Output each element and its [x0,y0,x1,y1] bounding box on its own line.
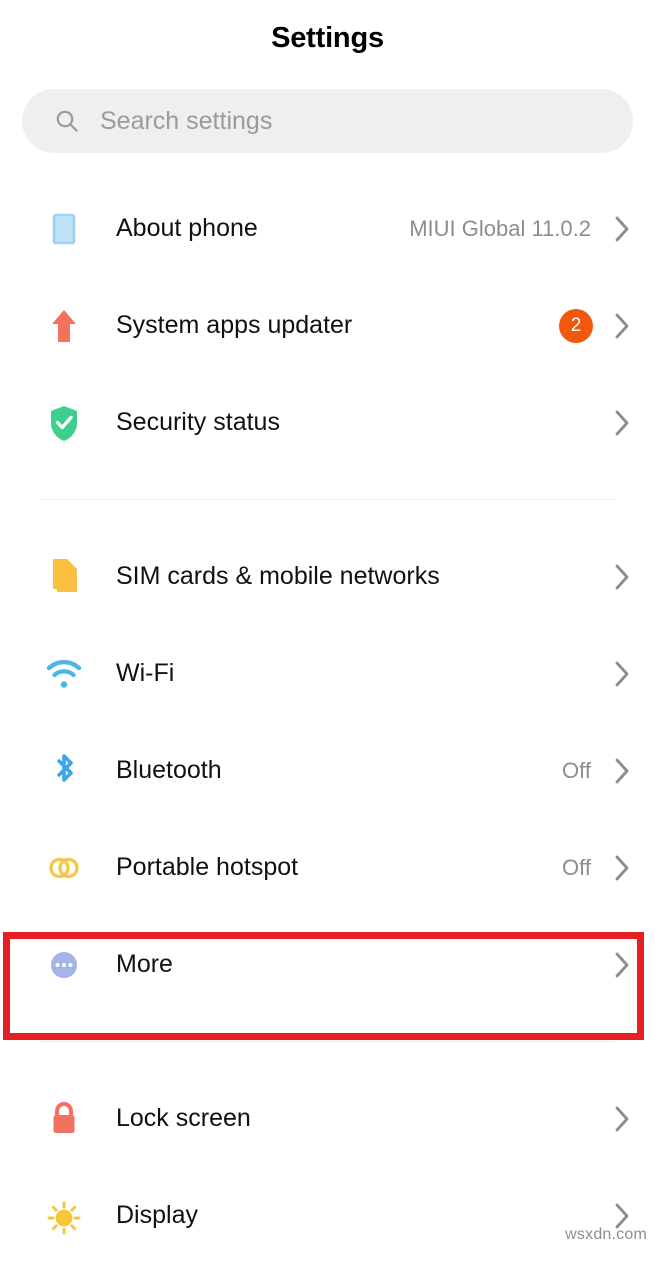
settings-row-wi-fi[interactable]: Wi-Fi [0,625,655,722]
group-gap [0,500,655,528]
chevron-right-icon [607,950,637,980]
group-gap [0,1013,655,1041]
settings-row-label: About phone [116,214,258,242]
chevron-right-icon [607,562,637,592]
wifi-icon [36,652,92,696]
search-input[interactable]: Search settings [100,108,272,134]
sim-card-icon [36,555,92,599]
phone-icon [36,207,92,251]
settings-row-bluetooth[interactable]: Bluetooth Off [0,722,655,819]
settings-row-value: Off [562,757,591,783]
chevron-right-icon [607,756,637,786]
settings-row-lock-screen[interactable]: Lock screen [0,1070,655,1167]
settings-row-label: System apps updater [116,311,353,339]
more-dots-icon [36,943,92,987]
settings-row-label: Security status [116,408,280,436]
notification-badge: 2 [559,308,593,343]
settings-row-label: Display [116,1201,198,1229]
settings-row-label: SIM cards & mobile networks [116,562,440,590]
settings-row-system-apps-updater[interactable]: System apps updater 2 [0,277,655,374]
settings-row-label: Portable hotspot [116,853,299,881]
up-arrow-icon [36,304,92,348]
lock-icon [36,1097,92,1141]
chevron-right-icon [607,659,637,689]
settings-row-portable-hotspot[interactable]: Portable hotspot Off [0,819,655,916]
search-icon [54,108,80,134]
settings-row-security-status[interactable]: Security status [0,374,655,471]
settings-row-value: MIUI Global 11.0.2 [409,215,591,241]
group-gap [0,1042,655,1070]
chevron-right-icon [607,311,637,341]
settings-row-label: Lock screen [116,1104,251,1132]
settings-row-sim-cards-mobile-networks[interactable]: SIM cards & mobile networks [0,528,655,625]
settings-row-label: More [116,950,173,978]
group-gap [0,471,655,499]
search-bar[interactable]: Search settings [22,89,633,153]
shield-check-icon [36,401,92,445]
chevron-right-icon [607,214,637,244]
settings-row-display[interactable]: Display [0,1167,655,1264]
page-title: Settings [271,22,384,54]
hotspot-rings-icon [36,846,92,890]
sun-icon [36,1194,92,1238]
settings-row-more[interactable]: More [0,916,655,1013]
settings-row-label: Bluetooth [116,756,222,784]
chevron-right-icon [607,1104,637,1134]
settings-row-label: Wi-Fi [116,659,175,687]
settings-list: About phone MIUI Global 11.0.2 System apps… [0,180,655,1264]
watermark: wsxdn.com [565,1226,647,1243]
chevron-right-icon [607,853,637,883]
chevron-right-icon [607,408,637,438]
settings-row-value: Off [562,854,591,880]
settings-row-about-phone[interactable]: About phone MIUI Global 11.0.2 [0,180,655,277]
bluetooth-icon [36,749,92,793]
